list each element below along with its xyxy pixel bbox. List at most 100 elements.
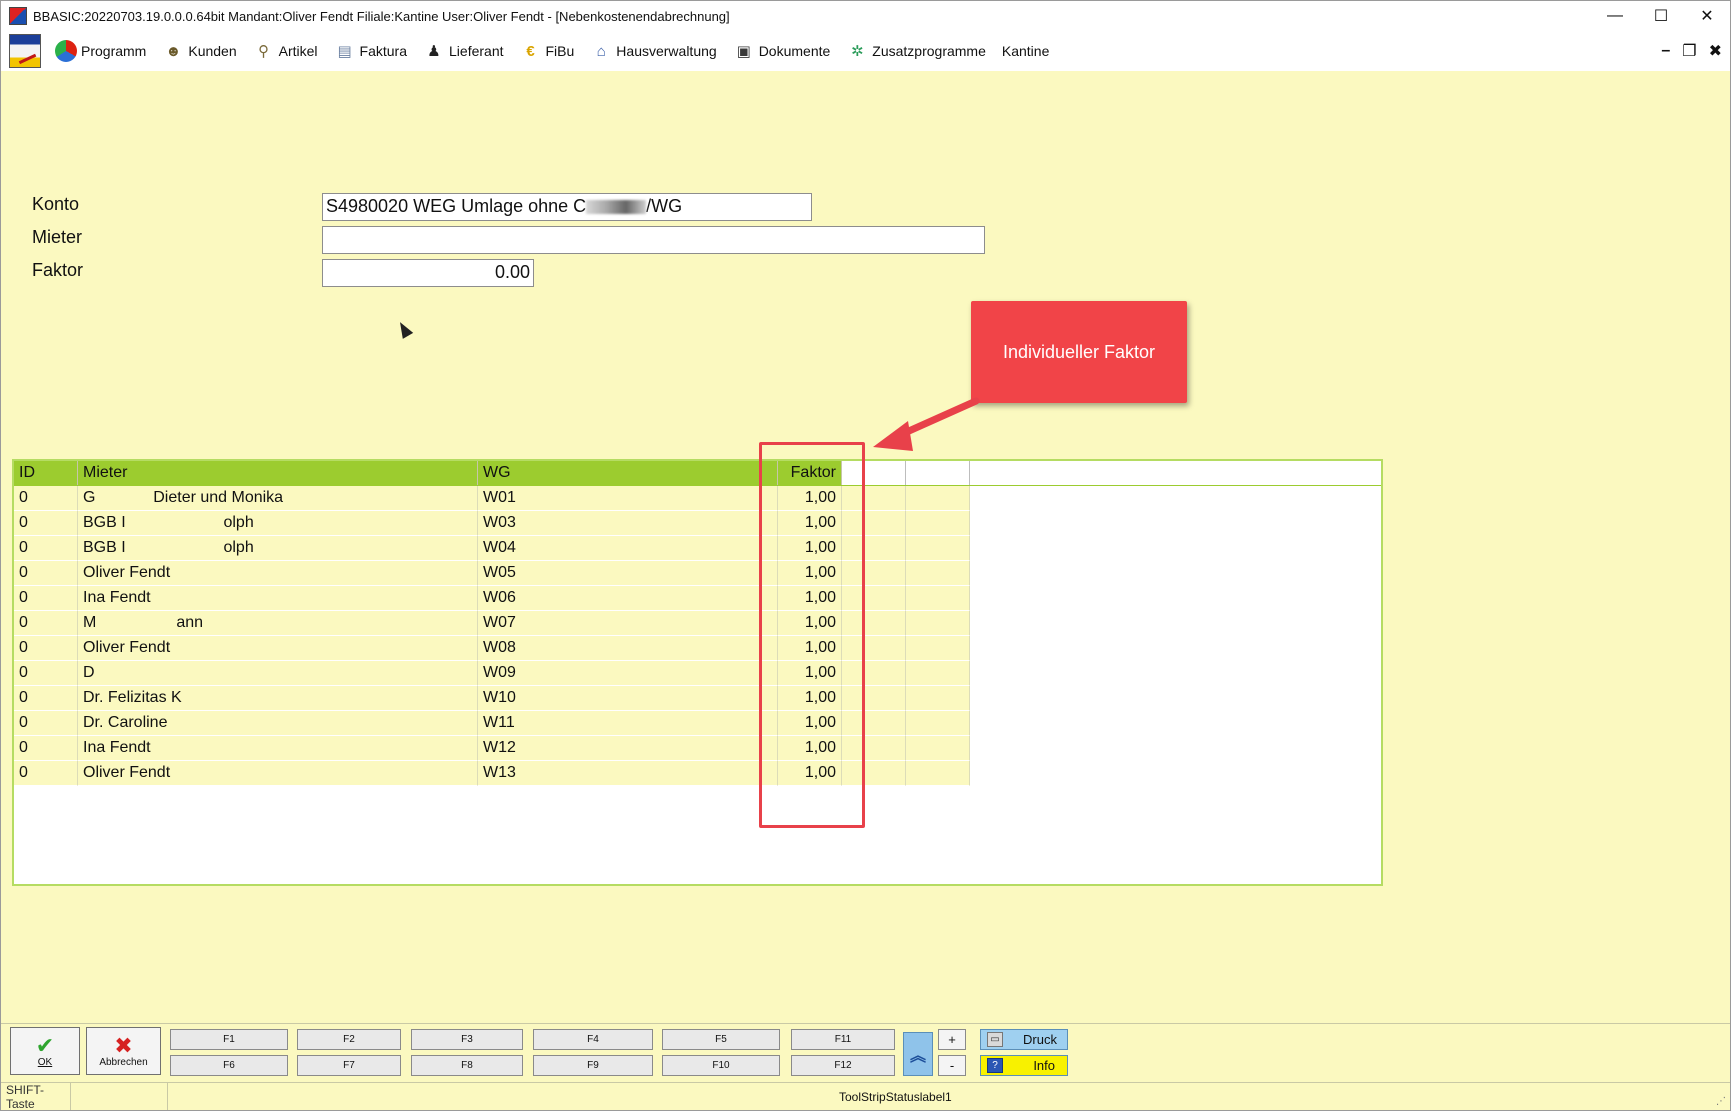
ok-button[interactable]: ✔ OK [10, 1027, 80, 1075]
mouse-cursor-icon [394, 319, 414, 339]
cell-empty[interactable] [906, 486, 970, 511]
f5-button[interactable]: F5 [662, 1029, 780, 1050]
cell-mieter[interactable]: M ann [78, 611, 478, 636]
f10-button[interactable]: F10 [662, 1055, 780, 1076]
cell-mieter[interactable]: Oliver Fendt [78, 761, 478, 786]
menu-zusatzprogramme[interactable]: ✲ Zusatzprogramme [838, 31, 994, 71]
cell-empty[interactable] [906, 536, 970, 561]
resize-grip-icon[interactable]: ⋰ [1716, 1096, 1726, 1107]
minimize-button[interactable]: — [1592, 1, 1638, 31]
menu-label: Programm [81, 43, 147, 59]
f9-button[interactable]: F9 [533, 1055, 653, 1076]
cell-wg[interactable]: W10 [478, 686, 778, 711]
f2-button[interactable]: F2 [297, 1029, 401, 1050]
druck-button[interactable]: ▭ Druck [980, 1029, 1068, 1050]
close-button[interactable]: ✕ [1684, 1, 1730, 31]
cell-empty[interactable] [906, 711, 970, 736]
house-icon: ⌂ [596, 42, 606, 60]
cell-mieter[interactable]: Dr. Caroline [78, 711, 478, 736]
menu-artikel[interactable]: ⚲ Artikel [245, 31, 326, 71]
header-wg[interactable]: WG [478, 461, 778, 485]
menu-kunden[interactable]: ☻ Kunden [154, 31, 244, 71]
cell-empty[interactable] [906, 611, 970, 636]
cell-id[interactable]: 0 [14, 586, 78, 611]
info-button[interactable]: ? Info [980, 1055, 1068, 1076]
cell-id[interactable]: 0 [14, 536, 78, 561]
cell-wg[interactable]: W01 [478, 486, 778, 511]
cell-mieter[interactable]: D [78, 661, 478, 686]
cell-wg[interactable]: W08 [478, 636, 778, 661]
cell-id[interactable]: 0 [14, 761, 78, 786]
cell-wg[interactable]: W06 [478, 586, 778, 611]
mdi-restore-button[interactable]: ❐ [1682, 41, 1696, 61]
minus-button[interactable]: - [938, 1055, 966, 1076]
cell-id[interactable]: 0 [14, 511, 78, 536]
cell-empty[interactable] [906, 586, 970, 611]
f8-button[interactable]: F8 [411, 1055, 523, 1076]
menu-faktura[interactable]: ▤ Faktura [326, 31, 415, 71]
cell-id[interactable]: 0 [14, 611, 78, 636]
cell-empty[interactable] [906, 661, 970, 686]
cell-mieter[interactable]: Oliver Fendt [78, 561, 478, 586]
cell-mieter[interactable]: BGB I olph [78, 536, 478, 561]
cell-wg[interactable]: W13 [478, 761, 778, 786]
cell-id[interactable]: 0 [14, 561, 78, 586]
f6-button[interactable]: F6 [170, 1055, 288, 1076]
cell-empty[interactable] [906, 686, 970, 711]
abbrechen-button[interactable]: ✖ Abbrechen [86, 1027, 161, 1075]
mdi-close-button[interactable]: ✖ [1709, 41, 1722, 61]
menu-dokumente[interactable]: ▣ Dokumente [725, 31, 839, 71]
cell-empty[interactable] [906, 636, 970, 661]
header-empty[interactable] [906, 461, 970, 485]
cell-empty[interactable] [906, 511, 970, 536]
menu-fibu[interactable]: € FiBu [512, 31, 583, 71]
faktor-field[interactable]: 0.00 [322, 259, 534, 287]
konto-value-suffix: /WG [646, 196, 683, 216]
menu-lieferant[interactable]: ♟ Lieferant [415, 31, 511, 71]
cell-wg[interactable]: W09 [478, 661, 778, 686]
cell-wg[interactable]: W11 [478, 711, 778, 736]
plus-button[interactable]: + [938, 1029, 966, 1050]
cell-id[interactable]: 0 [14, 711, 78, 736]
cell-empty[interactable] [906, 736, 970, 761]
cell-wg[interactable]: W07 [478, 611, 778, 636]
mdi-minimize-button[interactable]: – [1661, 42, 1670, 60]
cell-wg[interactable]: W05 [478, 561, 778, 586]
cell-id[interactable]: 0 [14, 736, 78, 761]
header-id[interactable]: ID [14, 461, 78, 485]
cell-empty[interactable] [906, 761, 970, 786]
scroll-up-icon[interactable]: ︽ [903, 1032, 933, 1076]
cell-wg[interactable]: W03 [478, 511, 778, 536]
header-mieter[interactable]: Mieter [78, 461, 478, 485]
f11-button[interactable]: F11 [791, 1029, 895, 1050]
f7-button[interactable]: F7 [297, 1055, 401, 1076]
f12-button[interactable]: F12 [791, 1055, 895, 1076]
menu-label: FiBu [545, 43, 575, 59]
cell-mieter[interactable]: BGB I olph [78, 511, 478, 536]
f4-button[interactable]: F4 [533, 1029, 653, 1050]
cell-mieter[interactable]: G Dieter und Monika [78, 486, 478, 511]
f1-button[interactable]: F1 [170, 1029, 288, 1050]
mieter-grid[interactable]: ID Mieter WG Faktor 0G Dieter und Monika… [12, 459, 1383, 886]
cell-wg[interactable]: W04 [478, 536, 778, 561]
cell-id[interactable]: 0 [14, 486, 78, 511]
cell-id[interactable]: 0 [14, 686, 78, 711]
cell-id[interactable]: 0 [14, 636, 78, 661]
konto-field[interactable]: S4980020 WEG Umlage ohne C/WG [322, 193, 812, 221]
cell-mieter[interactable]: Dr. Felizitas K [78, 686, 478, 711]
menu-kantine[interactable]: Kantine [994, 31, 1057, 71]
cell-wg[interactable]: W12 [478, 736, 778, 761]
cell-id[interactable]: 0 [14, 661, 78, 686]
cell-empty[interactable] [906, 561, 970, 586]
cell-mieter[interactable]: Ina Fendt [78, 736, 478, 761]
faktor-highlight-box [759, 442, 865, 828]
menu-hausverwaltung[interactable]: ⌂ Hausverwaltung [582, 31, 724, 71]
cell-mieter[interactable]: Oliver Fendt [78, 636, 478, 661]
f3-button[interactable]: F3 [411, 1029, 523, 1050]
maximize-button[interactable]: ☐ [1638, 1, 1684, 31]
window-title: BBASIC:20220703.19.0.0.0.64bit Mandant:O… [33, 8, 730, 24]
help-icon: ? [987, 1058, 1003, 1073]
mieter-field[interactable] [322, 226, 985, 254]
cell-mieter[interactable]: Ina Fendt [78, 586, 478, 611]
menu-programm[interactable]: Programm [47, 31, 154, 71]
